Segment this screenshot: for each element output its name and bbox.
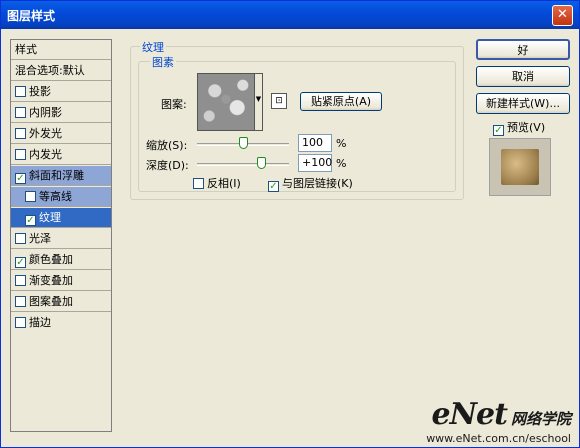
inner-shadow-checkbox[interactable] — [15, 107, 26, 118]
preview-checkbox[interactable]: ✓ — [493, 125, 504, 136]
watermark-url: www.eNet.com.cn/eschool — [426, 432, 571, 445]
sidebar-item-texture[interactable]: ✓ 纹理 — [11, 208, 111, 228]
drop-shadow-checkbox[interactable] — [15, 86, 26, 97]
bevel-emboss-checkbox[interactable]: ✓ — [15, 173, 26, 184]
scale-input[interactable]: 100 — [298, 134, 332, 152]
depth-input[interactable]: +100 — [298, 154, 332, 172]
texture-group-title: 纹理 — [140, 39, 166, 55]
pattern-label: 图案: — [161, 98, 187, 111]
watermark-cn: 网络学院 — [510, 410, 571, 428]
watermark-brand: eNet — [431, 397, 508, 432]
link-with-layer-label: 与图层链接(K) — [282, 177, 353, 190]
scale-unit: % — [336, 137, 347, 150]
depth-unit: % — [336, 157, 347, 170]
contour-checkbox[interactable] — [25, 191, 36, 202]
sidebar-item-label: 描边 — [29, 316, 51, 329]
invert-option[interactable]: 反相(I) — [193, 175, 241, 191]
sidebar-item-label: 颜色叠加 — [29, 253, 73, 266]
new-style-button[interactable]: 新建样式(W)... — [476, 93, 570, 114]
scale-label: 缩放(S): — [146, 139, 188, 152]
sidebar-item-gradient-overlay[interactable]: 渐变叠加 — [11, 271, 111, 291]
watermark: eNet 网络学院 www.eNet.com.cn/eschool — [426, 397, 571, 445]
new-preset-icon[interactable]: ⊡ — [271, 93, 287, 109]
sidebar-item-label: 纹理 — [39, 211, 61, 224]
title-bar[interactable]: 图层样式 ✕ — [1, 1, 579, 29]
sidebar-item-label: 渐变叠加 — [29, 274, 73, 287]
link-with-layer-checkbox[interactable]: ✓ — [268, 181, 279, 192]
sidebar-item-label: 图案叠加 — [29, 295, 73, 308]
sidebar-item-label: 内发光 — [29, 148, 62, 161]
sidebar-item-blending-options[interactable]: 混合选项:默认 — [11, 61, 111, 81]
scale-slider-thumb[interactable] — [239, 137, 248, 149]
sidebar-item-bevel-emboss[interactable]: ✓ 斜面和浮雕 — [11, 166, 111, 186]
cancel-button[interactable]: 取消 — [476, 66, 570, 87]
ok-button[interactable]: 好 — [476, 39, 570, 60]
sidebar-item-label: 混合选项:默认 — [15, 64, 85, 77]
close-button[interactable]: ✕ — [552, 5, 573, 26]
satin-checkbox[interactable] — [15, 233, 26, 244]
sidebar-item-pattern-overlay[interactable]: 图案叠加 — [11, 292, 111, 312]
sidebar-item-label: 外发光 — [29, 127, 62, 140]
sidebar-item-label: 斜面和浮雕 — [29, 169, 84, 182]
inner-glow-checkbox[interactable] — [15, 149, 26, 160]
sidebar-item-color-overlay[interactable]: ✓ 颜色叠加 — [11, 250, 111, 270]
sidebar-item-label: 光泽 — [29, 232, 51, 245]
color-overlay-checkbox[interactable]: ✓ — [15, 257, 26, 268]
style-preview — [489, 138, 551, 196]
depth-label: 深度(D): — [146, 159, 189, 172]
pattern-picker[interactable] — [197, 73, 255, 131]
sidebar-item-satin[interactable]: 光泽 — [11, 229, 111, 249]
preview-label: 预览(V) — [507, 121, 546, 134]
sidebar-item-outer-glow[interactable]: 外发光 — [11, 124, 111, 144]
preview-thumbnail — [501, 149, 539, 185]
pattern-dropdown-icon[interactable]: ▼ — [255, 73, 263, 131]
sidebar-item-label: 投影 — [29, 85, 51, 98]
texture-checkbox[interactable]: ✓ — [25, 215, 36, 226]
pattern-overlay-checkbox[interactable] — [15, 296, 26, 307]
sidebar-item-stroke[interactable]: 描边 — [11, 313, 111, 333]
invert-checkbox[interactable] — [193, 178, 204, 189]
sidebar-item-inner-shadow[interactable]: 内阴影 — [11, 103, 111, 123]
elements-group-title: 图素 — [150, 54, 176, 70]
sidebar-item-contour[interactable]: 等高线 — [11, 187, 111, 207]
snap-to-origin-button[interactable]: 贴紧原点(A) — [300, 92, 382, 111]
sidebar-item-drop-shadow[interactable]: 投影 — [11, 82, 111, 102]
stroke-checkbox[interactable] — [15, 317, 26, 328]
sidebar-item-label: 等高线 — [39, 190, 72, 203]
layer-style-dialog: 图层样式 ✕ 样式 混合选项:默认 投影 内阴影 外发光 内发光 ✓ 斜面和浮雕 … — [0, 0, 580, 448]
outer-glow-checkbox[interactable] — [15, 128, 26, 139]
style-list: 样式 混合选项:默认 投影 内阴影 外发光 内发光 ✓ 斜面和浮雕 等高线 ✓ 纹理… — [10, 39, 112, 432]
depth-slider-thumb[interactable] — [257, 157, 267, 169]
gradient-overlay-checkbox[interactable] — [15, 275, 26, 286]
sidebar-item-styles[interactable]: 样式 — [11, 40, 111, 60]
preview-option[interactable]: ✓ 预览(V) — [493, 119, 545, 136]
sidebar-item-inner-glow[interactable]: 内发光 — [11, 145, 111, 165]
invert-label: 反相(I) — [207, 177, 241, 190]
sidebar-item-label: 样式 — [15, 43, 37, 56]
depth-slider-track[interactable] — [197, 163, 289, 166]
link-with-layer-option[interactable]: ✓ 与图层链接(K) — [268, 175, 353, 192]
sidebar-item-label: 内阴影 — [29, 106, 62, 119]
window-title: 图层样式 — [7, 9, 56, 23]
